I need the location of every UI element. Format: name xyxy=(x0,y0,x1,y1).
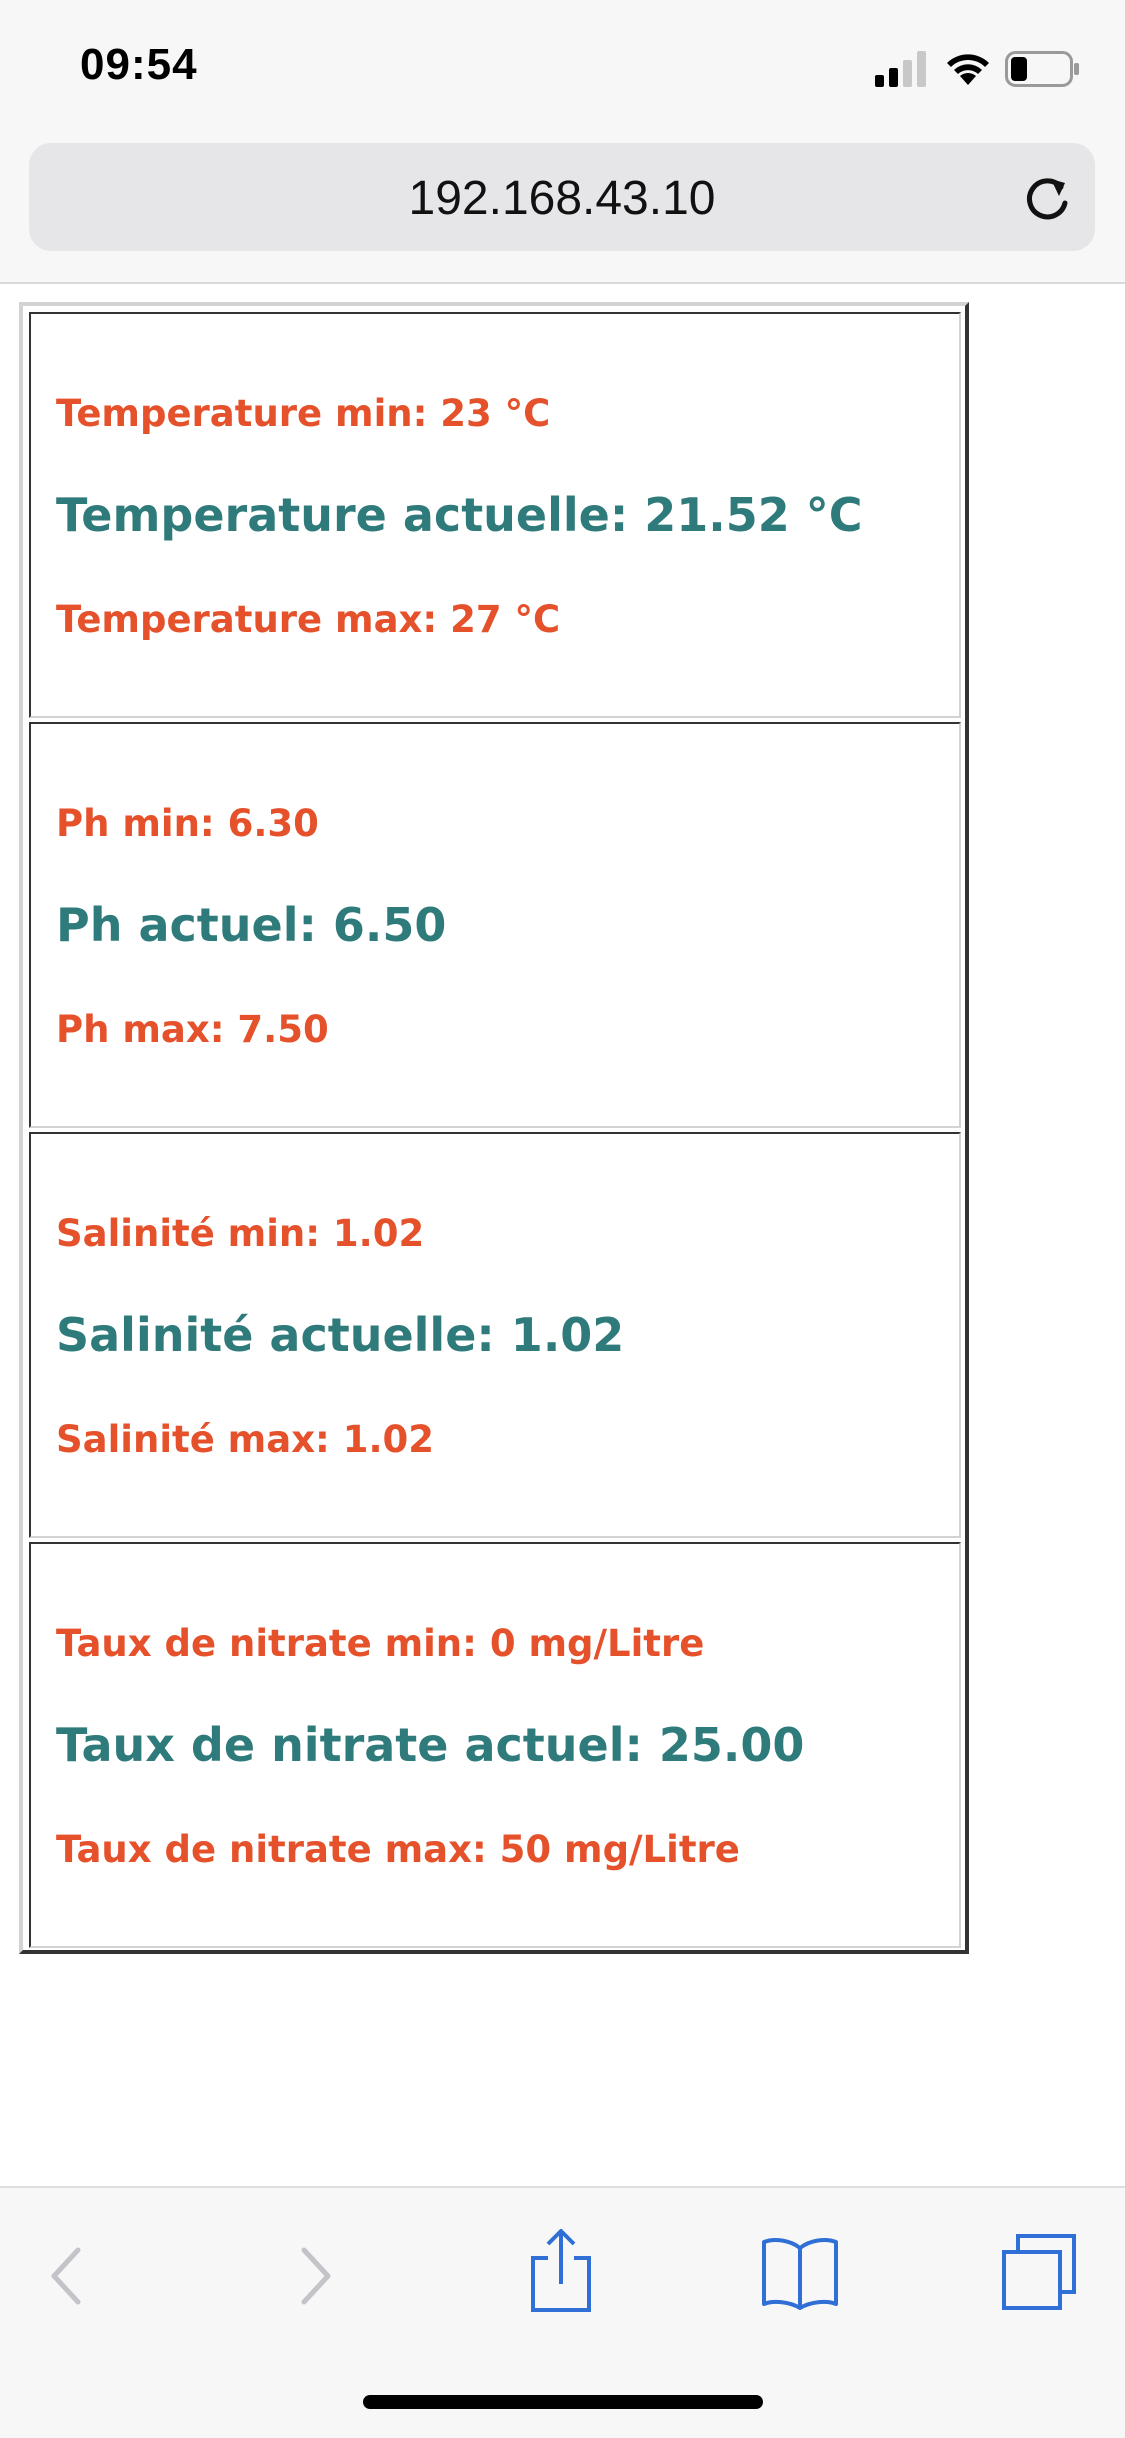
temperature-min: Temperature min: 23 °C xyxy=(56,392,551,435)
battery-icon xyxy=(1005,51,1079,87)
readings-table: Temperature min: 23 °C Temperature actue… xyxy=(19,302,969,1954)
status-icons xyxy=(875,48,1081,90)
page-content: Temperature min: 23 °C Temperature actue… xyxy=(0,284,1125,2184)
reload-icon[interactable] xyxy=(1021,173,1073,225)
nitrate-max: Taux de nitrate max: 50 mg/Litre xyxy=(56,1828,740,1871)
address-bar[interactable]: 192.168.43.10 xyxy=(29,143,1095,251)
temperature-current: Temperature actuelle: 21.52 °C xyxy=(56,488,863,542)
signal-icon xyxy=(875,51,926,87)
temperature-max: Temperature max: 27 °C xyxy=(56,598,561,641)
ph-current: Ph actuel: 6.50 xyxy=(56,898,447,952)
temperature-cell: Temperature min: 23 °C Temperature actue… xyxy=(29,312,961,718)
tabs-icon[interactable] xyxy=(1000,2232,1080,2312)
status-bar: 09:54 xyxy=(0,0,1125,140)
ph-cell: Ph min: 6.30 Ph actuel: 6.50 Ph max: 7.5… xyxy=(29,722,961,1128)
salinity-min: Salinité min: 1.02 xyxy=(56,1212,425,1255)
home-indicator[interactable] xyxy=(363,2395,763,2409)
salinity-cell: Salinité min: 1.02 Salinité actuelle: 1.… xyxy=(29,1132,961,1538)
forward-icon[interactable] xyxy=(294,2244,338,2308)
nitrate-min: Taux de nitrate min: 0 mg/Litre xyxy=(56,1622,705,1665)
nitrate-current: Taux de nitrate actuel: 25.00 xyxy=(56,1718,805,1772)
salinity-current: Salinité actuelle: 1.02 xyxy=(56,1308,625,1362)
wifi-icon xyxy=(947,54,989,85)
back-icon[interactable] xyxy=(44,2244,88,2308)
ph-max: Ph max: 7.50 xyxy=(56,1008,329,1051)
browser-address-area: 192.168.43.10 xyxy=(0,140,1125,284)
nitrate-cell: Taux de nitrate min: 0 mg/Litre Taux de … xyxy=(29,1542,961,1948)
url-text[interactable]: 192.168.43.10 xyxy=(29,171,1095,226)
status-clock: 09:54 xyxy=(80,40,198,89)
share-icon[interactable] xyxy=(528,2228,594,2314)
ph-min: Ph min: 6.30 xyxy=(56,802,319,845)
salinity-max: Salinité max: 1.02 xyxy=(56,1418,435,1461)
bookmarks-icon[interactable] xyxy=(760,2234,840,2310)
